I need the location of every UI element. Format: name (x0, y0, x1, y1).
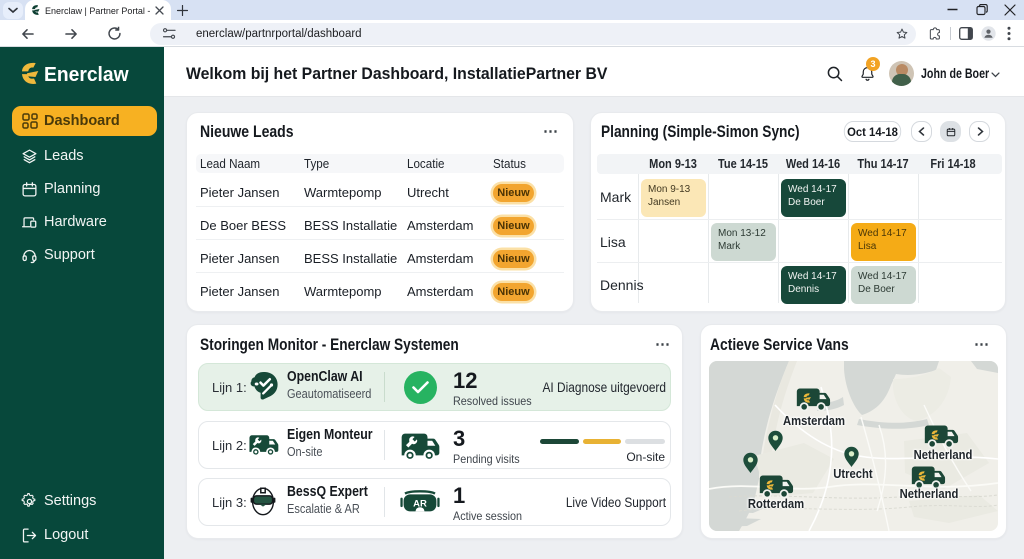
svg-text:AR: AR (413, 499, 427, 510)
